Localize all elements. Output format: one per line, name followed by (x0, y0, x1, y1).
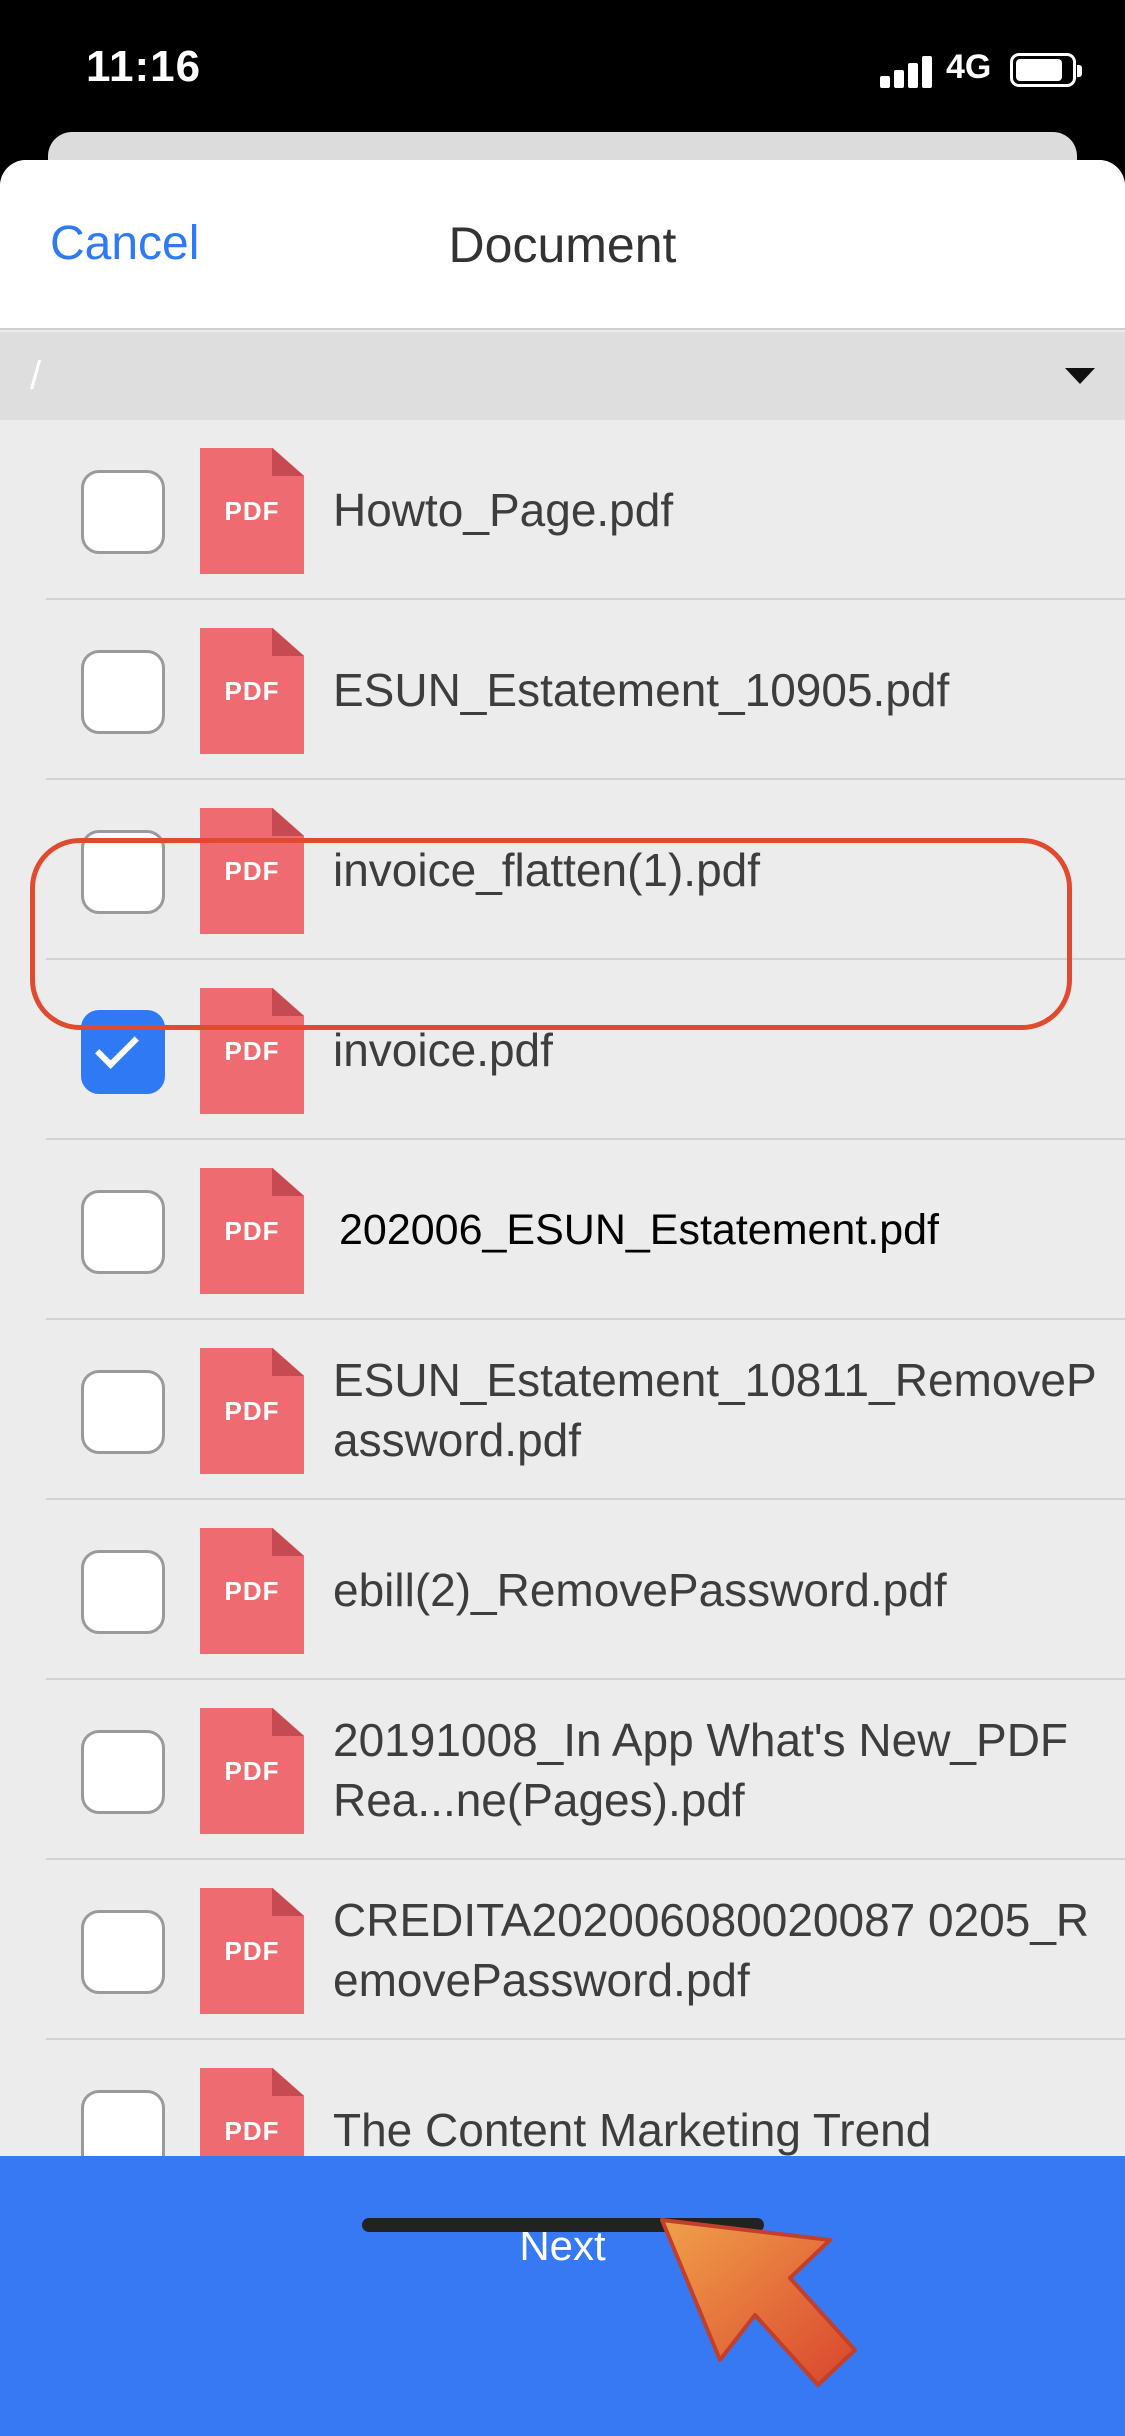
file-name: CREDITA202006080020087 0205_RemovePasswo… (333, 1894, 1090, 2006)
file-checkbox[interactable] (81, 650, 165, 734)
sheet-title: Document (448, 217, 677, 273)
pdf-icon-label: PDF (224, 1036, 280, 1066)
caret-down-icon[interactable] (1065, 368, 1095, 384)
file-row[interactable]: PDF CREDITA202006080020087 0205_RemovePas… (0, 1860, 1125, 2040)
status-time: 11:16 (86, 42, 202, 91)
battery-level (1016, 59, 1062, 81)
file-checkbox[interactable] (81, 830, 165, 914)
file-row[interactable]: PDF ESUN_Estatement_10811_RemovePassword.… (0, 1320, 1125, 1500)
file-list[interactable]: PDFmoveP assword.pdfPDFHowto_Page.pdfPDF… (0, 420, 1125, 2316)
file-row[interactable]: PDF ebill(2)_RemovePassword.pdf (0, 1500, 1125, 1680)
pointer-arrow-icon (660, 2218, 857, 2387)
file-row[interactable]: PDF invoice.pdf (0, 960, 1125, 1140)
pdf-icon-label: PDF (224, 496, 280, 526)
pdf-icon-label: PDF (224, 1756, 280, 1786)
file-checkbox[interactable] (81, 1910, 165, 1994)
file-row[interactable]: PDF 20191008_In App What's New_PDF Rea...… (0, 1680, 1125, 1860)
file-name: 20191008_In App What's New_PDF Rea...ne(… (333, 1714, 1069, 1826)
file-row[interactable]: PDF invoice_flatten(1).pdf (0, 780, 1125, 960)
file-checkbox[interactable] (81, 1550, 165, 1634)
checkmark-icon (95, 1025, 139, 1069)
battery-icon (1010, 53, 1082, 87)
path-text: / (30, 354, 42, 398)
file-name: ebill(2)_RemovePassword.pdf (333, 1564, 947, 1616)
file-checkbox[interactable] (81, 1010, 165, 1094)
next-button[interactable]: Next (0, 2156, 1125, 2436)
network-type: 4G (946, 48, 992, 86)
file-checkbox[interactable] (81, 1730, 165, 1814)
status-bar: 11:16 4G (0, 0, 1125, 140)
file-checkbox[interactable] (81, 1370, 165, 1454)
file-name: ESUN_Estatement_10905.pdf (333, 664, 950, 716)
file-name: invoice_flatten(1).pdf (333, 844, 761, 896)
file-checkbox[interactable] (81, 1190, 165, 1274)
file-row[interactable]: PDF ESUN_Estatement_10905.pdf (0, 600, 1125, 780)
path-selector[interactable]: / (0, 332, 1125, 420)
file-row[interactable]: PDF 202006_ESUN_Estatement.pdf (0, 1140, 1125, 1320)
cellular-signal-icon (880, 54, 934, 88)
file-name: invoice.pdf (333, 1024, 553, 1076)
pdf-icon-label: PDF (224, 2116, 280, 2146)
pdf-icon-label: PDF (224, 676, 280, 706)
file-name: 202006_ESUN_Estatement.pdf (339, 1206, 940, 1254)
pdf-icon-label: PDF (224, 1936, 280, 1966)
file-name: ESUN_Estatement_10811_RemovePassword.pdf (333, 1354, 1097, 1466)
document-picker-sheet: Cancel Document / PDFmoveP assword.pdfPD… (0, 160, 1125, 2436)
file-row[interactable]: PDF Howto_Page.pdf (0, 420, 1125, 600)
pdf-icon-label: PDF (224, 1216, 280, 1246)
pdf-icon-label: PDF (224, 1396, 280, 1426)
pdf-icon-label: PDF (224, 1576, 280, 1606)
file-checkbox[interactable] (81, 470, 165, 554)
file-list-content: PDFmoveP assword.pdfPDFHowto_Page.pdfPDF… (0, 420, 1125, 2220)
sheet-header: Cancel Document (0, 160, 1125, 330)
pdf-icon-label: PDF (224, 856, 280, 886)
file-name: Howto_Page.pdf (333, 484, 674, 536)
